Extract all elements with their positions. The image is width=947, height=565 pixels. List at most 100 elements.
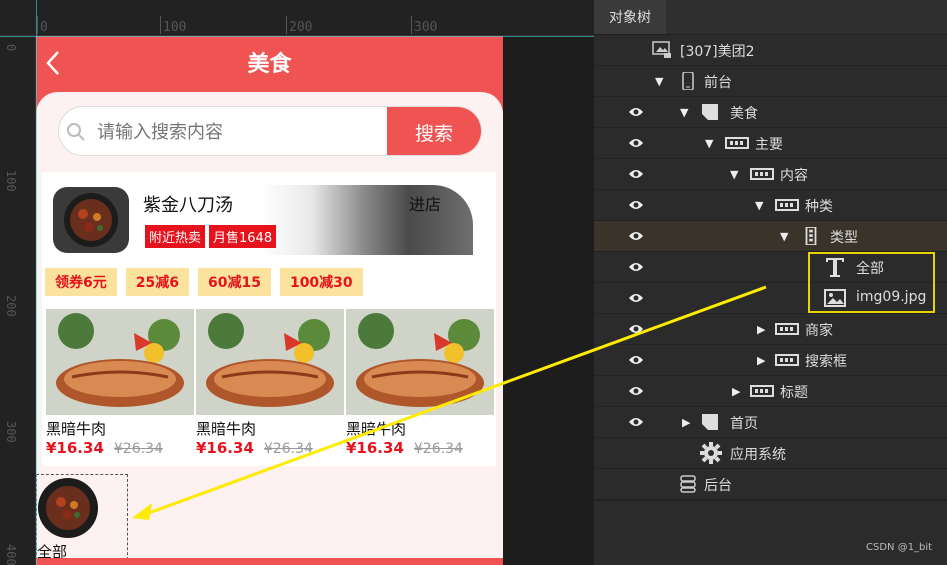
tree-item-project[interactable]: [307]美团2 [594, 34, 947, 65]
tree-item-app-system[interactable]: 应用系统 [594, 437, 947, 468]
product-card[interactable]: 黑暗牛肉 ¥16.34 ¥26.34 [346, 309, 494, 457]
page-title: 美食 [247, 52, 292, 77]
vertical-panel-icon [805, 227, 817, 245]
store-tag: 月售1648 [209, 225, 277, 248]
tree-item-merchant[interactable]: ▶ 商家 [594, 313, 947, 344]
tree-item-label: 类型 [830, 230, 858, 246]
ruler-tick: 300 [4, 421, 18, 443]
product-price: ¥16.34 [196, 439, 254, 457]
eye-icon[interactable] [628, 229, 644, 243]
product-old-price: ¥26.34 [263, 441, 313, 457]
guide-line-vertical [36, 0, 37, 565]
content-panel: 紫金八刀汤 进店 附近热卖 月售1648 领券6元 25减6 60减15 100… [42, 172, 496, 466]
product-name: 黑暗牛肉 [46, 420, 107, 438]
vertical-ruler: 0 100 200 300 400 [0, 36, 36, 565]
panel-icon [775, 323, 799, 335]
tree-item-frontend[interactable]: ▼ 前台 [594, 65, 947, 96]
expand-arrow[interactable]: ▶ [757, 323, 765, 336]
search-box: 搜索 [58, 106, 482, 156]
tree-item-category[interactable]: ▼ 种类 [594, 189, 947, 220]
product-prices: ¥16.34 ¥26.34 [46, 439, 194, 457]
tree-item-label: [307]美团2 [680, 44, 755, 60]
product-name: 黑暗牛肉 [196, 420, 257, 438]
product-image [346, 309, 494, 415]
search-input[interactable] [97, 119, 377, 145]
search-icon [67, 123, 85, 141]
ruler-tick: 100 [159, 16, 187, 35]
ruler-tick: 200 [4, 295, 18, 317]
expand-arrow[interactable]: ▼ [705, 137, 713, 150]
tree-item-label: 主要 [755, 137, 783, 153]
phone-screen[interactable]: 美食 搜索 紫金八刀 [36, 36, 503, 565]
panel-icon [775, 199, 799, 211]
expand-arrow[interactable]: ▼ [680, 106, 688, 119]
expand-arrow[interactable]: ▼ [730, 168, 738, 181]
eye-icon[interactable] [628, 105, 644, 119]
gear-icon [700, 442, 722, 464]
page-icon [702, 414, 718, 430]
enter-store-link[interactable]: 进店 [409, 191, 441, 215]
coupon[interactable]: 60减15 [197, 268, 271, 296]
search-button[interactable]: 搜索 [387, 107, 481, 155]
ruler-tick: 100 [4, 170, 18, 192]
tree-item-label: 商家 [805, 323, 833, 339]
product-name: 黑暗牛肉 [346, 420, 407, 438]
product-price: ¥16.34 [46, 439, 104, 457]
tree-item-content[interactable]: ▼ 内容 [594, 158, 947, 189]
tree-item-main[interactable]: ▼ 主要 [594, 127, 947, 158]
type-item[interactable]: 全部 [36, 474, 128, 561]
store-tag: 附近热卖 [145, 225, 206, 248]
product-image [46, 309, 194, 415]
tree-item-type[interactable]: ▼ 类型 [594, 220, 947, 251]
tree-item-search-box[interactable]: ▶ 搜索框 [594, 344, 947, 375]
tree-item-label: 标题 [780, 385, 808, 401]
store-food-image [53, 187, 129, 253]
tree-item-label: 种类 [805, 199, 833, 215]
tree-item-backend[interactable]: 后台 [594, 468, 947, 499]
project-icon [652, 41, 671, 58]
tree-divider [594, 499, 947, 501]
ruler-tick: 300 [410, 16, 438, 35]
horizontal-ruler: 0 100 200 300 [0, 0, 594, 36]
ruler-tick: 0 [37, 16, 48, 35]
coupon[interactable]: 领券6元 [45, 268, 117, 296]
eye-icon[interactable] [628, 136, 644, 150]
eye-icon[interactable] [628, 198, 644, 212]
product-prices: ¥16.34 ¥26.34 [346, 439, 494, 457]
eye-icon[interactable] [628, 291, 644, 305]
product-card[interactable]: 黑暗牛肉 ¥16.34 ¥26.34 [196, 309, 344, 457]
expand-arrow[interactable]: ▶ [732, 385, 740, 398]
tree-item-title[interactable]: ▶ 标题 [594, 375, 947, 406]
ruler-tick: 0 [4, 44, 18, 52]
eye-icon[interactable] [628, 167, 644, 181]
expand-arrow[interactable]: ▼ [655, 75, 663, 88]
product-prices: ¥16.34 ¥26.34 [196, 439, 344, 457]
watermark: CSDN @1_bit [866, 542, 933, 553]
product-image [196, 309, 344, 415]
expand-arrow[interactable]: ▶ [757, 354, 765, 367]
expand-arrow[interactable]: ▼ [780, 230, 788, 243]
tree-item-label: 搜索框 [805, 354, 847, 370]
coupon[interactable]: 25减6 [125, 268, 189, 296]
panel-icon [775, 354, 799, 366]
expand-arrow[interactable]: ▼ [755, 199, 763, 212]
expand-arrow[interactable]: ▶ [682, 416, 690, 429]
eye-icon[interactable] [628, 322, 644, 336]
selection-highlight [808, 252, 935, 313]
tab-object-tree[interactable]: 对象树 [594, 0, 666, 34]
tree-item-food[interactable]: ▼ 美食 [594, 96, 947, 127]
guide-line-horizontal [0, 36, 594, 37]
eye-icon[interactable] [628, 384, 644, 398]
store-card[interactable]: 紫金八刀汤 进店 附近热卖 月售1648 [47, 185, 473, 255]
product-list: 黑暗牛肉 ¥16.34 ¥26.34 黑暗牛肉 ¥16.34 ¥26.34 黑暗… [46, 309, 494, 457]
coupon[interactable]: 100减30 [279, 268, 363, 296]
eye-icon[interactable] [628, 260, 644, 274]
eye-icon[interactable] [628, 415, 644, 429]
type-image [38, 478, 98, 538]
eye-icon[interactable] [628, 353, 644, 367]
tree-item-home[interactable]: ▶ 首页 [594, 406, 947, 437]
tree-item-label: 应用系统 [730, 447, 786, 463]
product-card[interactable]: 黑暗牛肉 ¥16.34 ¥26.34 [46, 309, 194, 457]
tree-item-label: 后台 [704, 478, 732, 494]
store-name: 紫金八刀汤 [143, 195, 233, 216]
